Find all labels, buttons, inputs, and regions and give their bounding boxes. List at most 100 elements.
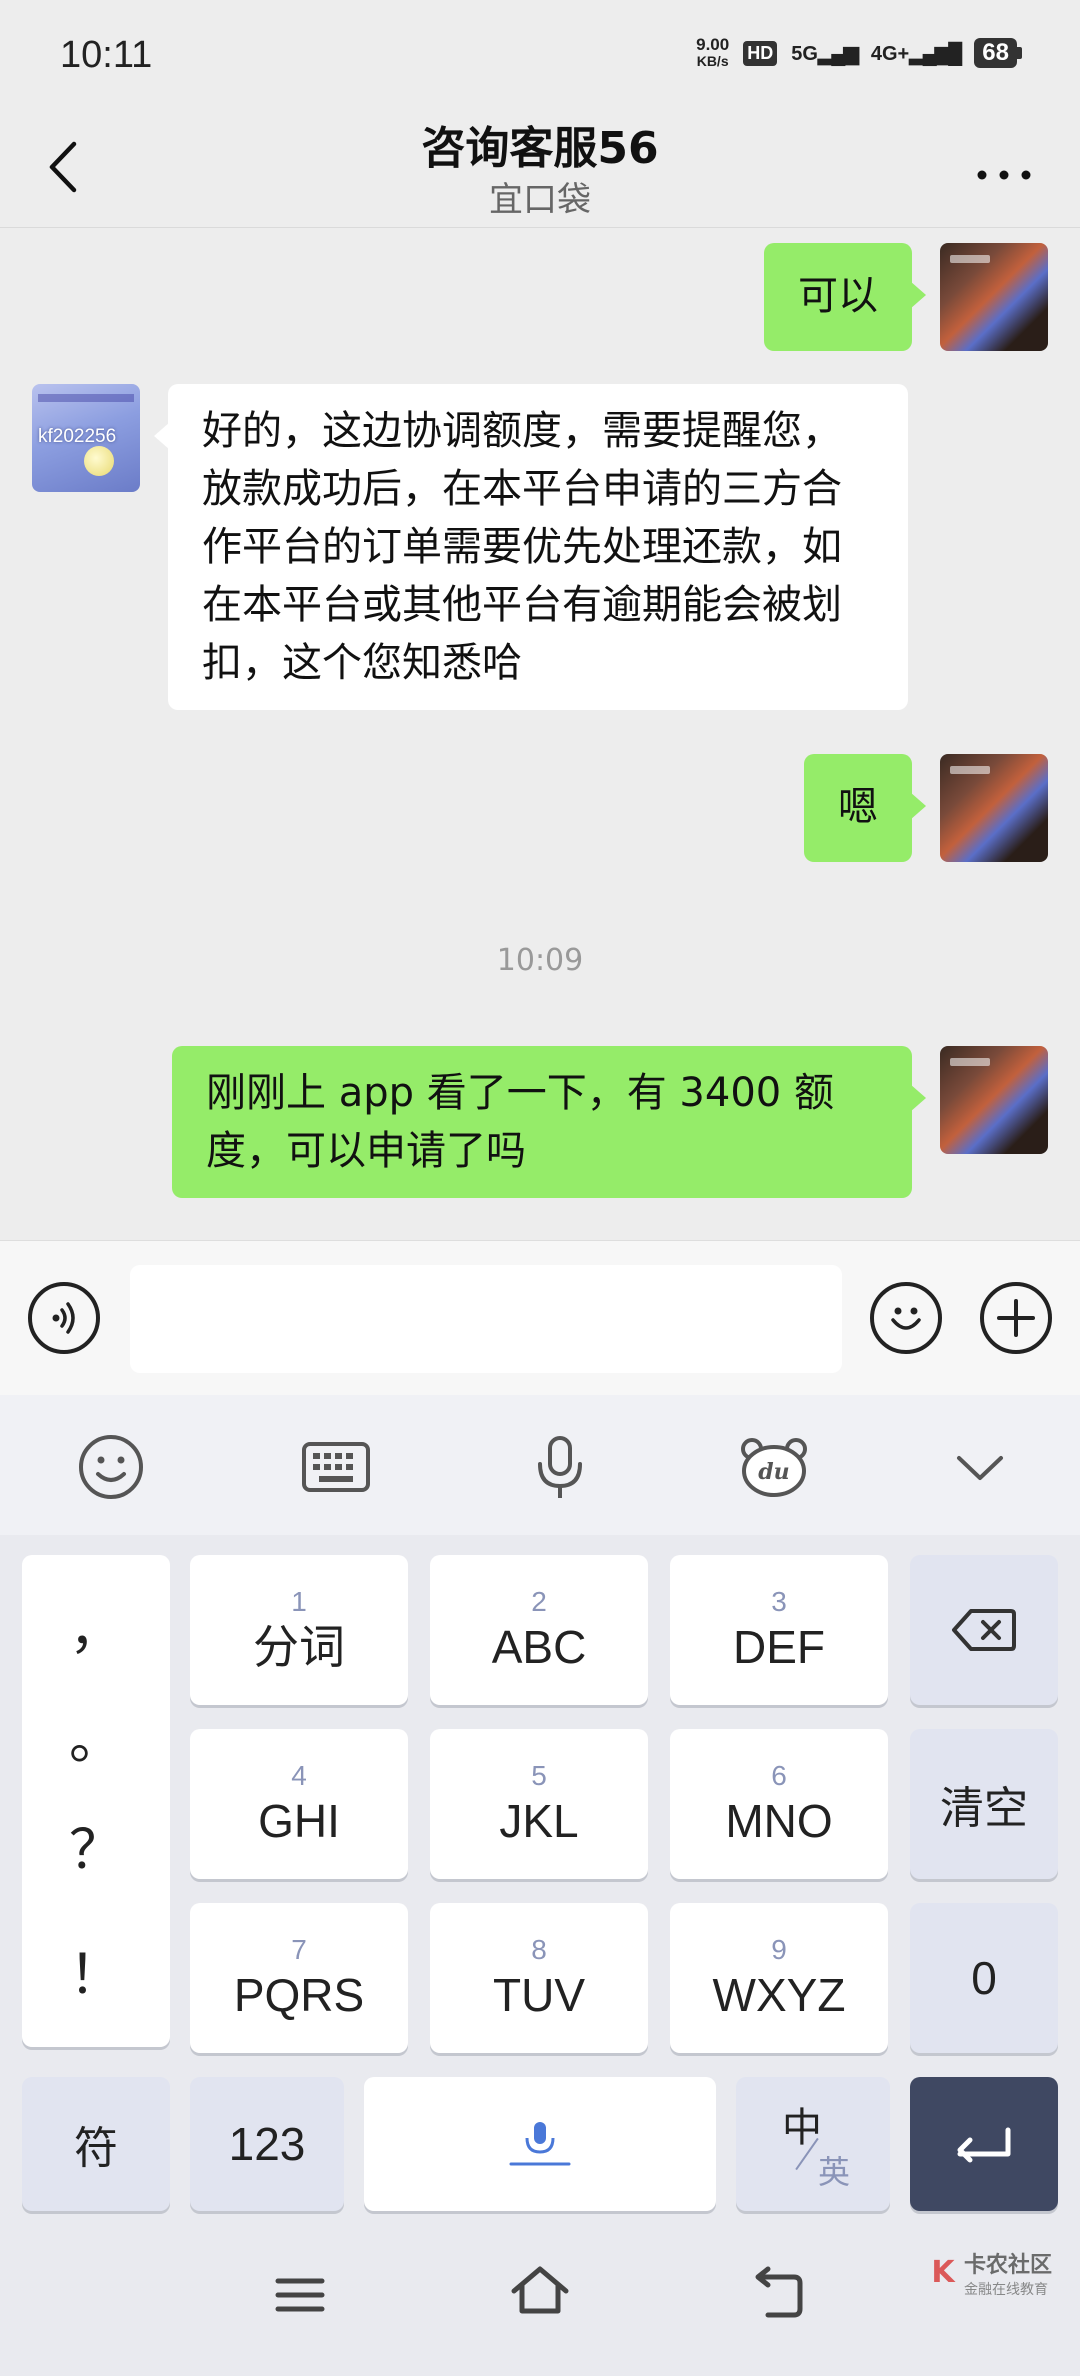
key-1[interactable]: 1 分词 [190, 1555, 408, 1705]
key-letters: DEF [733, 1621, 825, 1673]
more-functions-button[interactable] [980, 1282, 1052, 1354]
enter-key[interactable] [910, 2077, 1058, 2211]
signal-4g-label: 4G+ [870, 42, 910, 65]
key-8[interactable]: 8 TUV [430, 1903, 648, 2053]
key-letters: GHI [258, 1795, 340, 1847]
key-letters: WXYZ [712, 1969, 846, 2021]
plus-icon [997, 1299, 1035, 1337]
space-key[interactable] [364, 2077, 716, 2211]
punct-question-key[interactable]: ？ [22, 1805, 170, 1884]
back-arrow-icon [755, 2266, 803, 2318]
chat-title: 咨询客服56 [421, 123, 659, 174]
system-nav-bar: K 卡农社区 金融在线教育 [0, 2225, 1080, 2376]
network-speed-value: 9.00 [696, 35, 730, 54]
message-item: 嗯 [804, 754, 1048, 862]
space-mic-icon [509, 2122, 571, 2166]
message-timestamp: 10:09 [496, 943, 584, 978]
signal-5g-icon: 5G▂▄▆ [791, 42, 859, 65]
key-letters: TUV [493, 1969, 585, 2021]
key-letters: ABC [491, 1621, 587, 1673]
kb-collapse-button[interactable] [940, 1427, 1020, 1507]
key-0[interactable]: 0 [910, 1903, 1058, 2053]
message-item: kf202256 好的，这边协调额度，需要提醒您，放款成功后，在本平台申请的三方… [32, 384, 908, 710]
message-item: 可以 [764, 243, 1048, 351]
key-number: 3 [771, 1586, 787, 1617]
message-text: 可以 [798, 273, 878, 319]
voice-icon [52, 1302, 75, 1334]
avatar-agent[interactable]: kf202256 [32, 384, 140, 492]
network-speed-unit: KB/s [696, 53, 729, 69]
key-3[interactable]: 3 DEF [670, 1555, 888, 1705]
backspace-icon [952, 1609, 1016, 1651]
nav-back-button[interactable] [748, 2263, 812, 2327]
clear-key[interactable]: 清空 [910, 1729, 1058, 1879]
punctuation-column[interactable]: ， 。 ？ ！ [22, 1555, 170, 2047]
number-mode-key[interactable]: 123 [190, 2077, 344, 2211]
message-bubble-sent[interactable]: 可以 [764, 243, 926, 351]
backspace-key[interactable] [910, 1555, 1058, 1705]
message-text: 好的，这边协调额度，需要提醒您，放款成功后，在本平台申请的三方合作平台的订单需要… [202, 408, 842, 686]
emoji-button[interactable] [870, 1282, 942, 1354]
message-bubble-sent[interactable]: 刚刚上 app 看了一下，有 3400 额度，可以申请了吗 [172, 1046, 926, 1198]
message-bubble-sent[interactable]: 嗯 [804, 754, 926, 862]
t9-keyboard: ， 。 ？ ！ 1 分词 2 ABC 3 DEF 4 GHI 5 JKL 6 M… [0, 1535, 1080, 2225]
language-switch-key[interactable]: 中 英 [736, 2077, 890, 2211]
watermark-brand: 卡农社区 [963, 2253, 1052, 2278]
message-input[interactable] [130, 1265, 842, 1373]
watermark: K 卡农社区 金融在线教育 [926, 2247, 1052, 2299]
key-5[interactable]: 5 JKL [430, 1729, 648, 1879]
du-bear-icon: du [741, 1438, 807, 1497]
kb-keyboard-button[interactable] [296, 1427, 376, 1507]
key-number: 2 [531, 1586, 547, 1617]
lang-en-label: 英 [817, 2153, 850, 2191]
avatar-self[interactable] [940, 754, 1048, 862]
message-item: 刚刚上 app 看了一下，有 3400 额度，可以申请了吗 [172, 1046, 1048, 1198]
punct-period-key[interactable]: 。 [22, 1695, 170, 1774]
avatar-self[interactable] [940, 243, 1048, 351]
key-6[interactable]: 6 MNO [670, 1729, 888, 1879]
hd-icon: HD [743, 40, 778, 66]
menu-icon [275, 2278, 325, 2312]
key-2[interactable]: 2 ABC [430, 1555, 648, 1705]
status-bar: 10:11 9.00 KB/s HD 5G▂▄▆ 4G+▂▄▆█ 68 [0, 0, 1080, 110]
kb-voice-button[interactable] [520, 1427, 600, 1507]
message-list[interactable]: 可以 kf202256 好的，这边协调额度，需要提醒您，放款成功后，在本平台申请… [0, 229, 1080, 1240]
nav-home-button[interactable] [508, 2261, 572, 2325]
key-letters: MNO [725, 1795, 833, 1847]
symbol-key[interactable]: 符 [22, 2077, 170, 2211]
home-icon [511, 2266, 569, 2314]
avatar-self[interactable] [940, 1046, 1048, 1154]
key-number: 8 [531, 1934, 547, 1965]
kb-emoji-button[interactable] [71, 1427, 151, 1507]
key-number: 5 [531, 1760, 547, 1791]
emoji-face-icon [79, 1435, 143, 1499]
key-letters: 分词 [253, 1621, 345, 1673]
chat-subtitle: 宜口袋 [489, 180, 591, 220]
punct-comma-key[interactable]: ， [22, 1585, 170, 1664]
input-bar [0, 1240, 1080, 1395]
voice-input-button[interactable] [28, 1282, 100, 1354]
nav-menu-button[interactable] [270, 2265, 330, 2325]
smiley-icon [891, 1307, 921, 1330]
punct-exclaim-key[interactable]: ！ [22, 1930, 170, 2009]
key-9[interactable]: 9 WXYZ [670, 1903, 888, 2053]
key-number: 6 [771, 1760, 787, 1791]
key-7[interactable]: 7 PQRS [190, 1903, 408, 2053]
watermark-sub: 金融在线教育 [963, 2282, 1048, 2298]
key-4[interactable]: 4 GHI [190, 1729, 408, 1879]
more-dots-icon [977, 170, 1031, 180]
message-bubble-received[interactable]: 好的，这边协调额度，需要提醒您，放款成功后，在本平台申请的三方合作平台的订单需要… [154, 384, 908, 710]
more-options-button[interactable] [976, 146, 1032, 192]
enter-icon [957, 2127, 1011, 2163]
avatar-agent-text: kf202256 [38, 426, 117, 447]
microphone-icon [538, 1436, 582, 1498]
kb-du-button[interactable]: du [734, 1427, 814, 1507]
battery-level: 68 [974, 38, 1017, 68]
status-time: 10:11 [60, 34, 153, 76]
message-text: 刚刚上 app 看了一下，有 3400 额度，可以申请了吗 [206, 1070, 834, 1174]
key-number: 9 [771, 1934, 787, 1965]
lang-zh-label: 中 [782, 2105, 822, 2151]
keyboard-toolbar: du [0, 1395, 1080, 1535]
network-speed: 9.00 KB/s [696, 36, 729, 70]
clear-key-label: 清空 [940, 1783, 1028, 1834]
